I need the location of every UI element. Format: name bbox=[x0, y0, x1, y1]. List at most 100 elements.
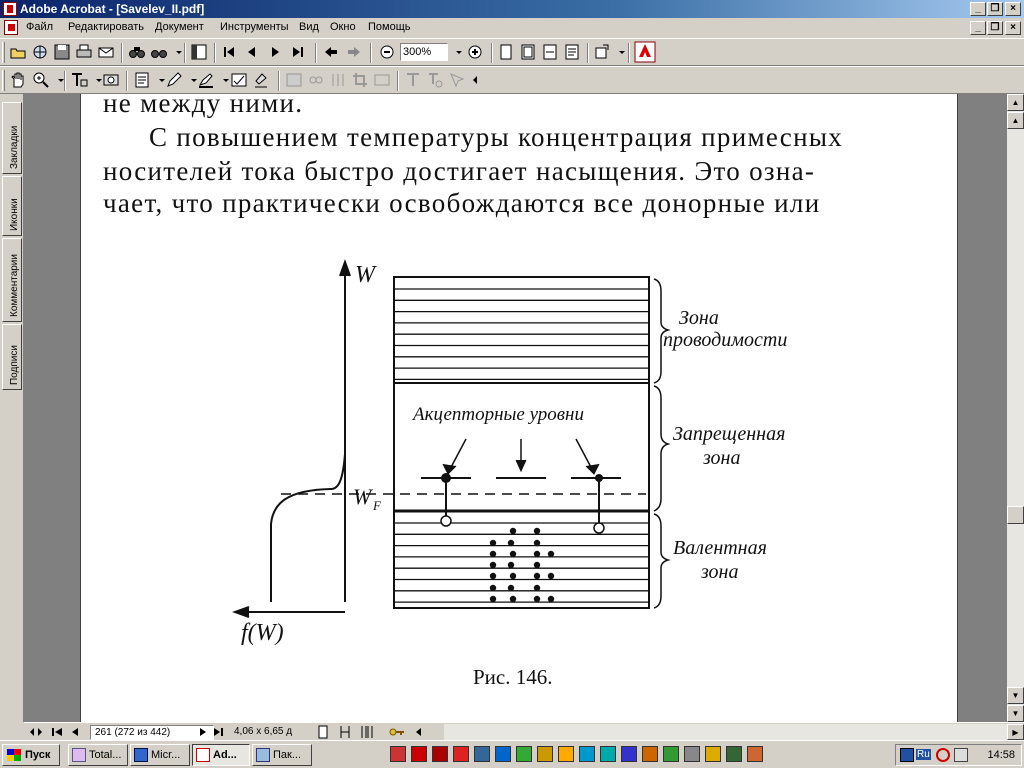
quick-launch-icon[interactable] bbox=[558, 746, 574, 762]
menu-window[interactable]: Окно bbox=[330, 21, 356, 33]
facing-pages-icon[interactable] bbox=[360, 724, 374, 740]
document-viewport[interactable]: не между ними. С повышением температуры … bbox=[24, 94, 1007, 722]
menu-file[interactable]: Файл bbox=[26, 21, 53, 33]
last-page-icon[interactable] bbox=[289, 43, 307, 61]
quick-launch-icon[interactable] bbox=[579, 746, 595, 762]
doc-minimize-button[interactable]: _ bbox=[970, 21, 986, 35]
article-tool-icon[interactable] bbox=[329, 71, 347, 89]
touchup-order-icon[interactable] bbox=[426, 71, 444, 89]
go-forward-icon[interactable] bbox=[345, 43, 363, 61]
task-acrobat[interactable]: Ad... bbox=[192, 744, 250, 766]
maximize-button[interactable]: ❐ bbox=[987, 2, 1003, 16]
first-page-icon[interactable] bbox=[220, 43, 238, 61]
continuous-icon[interactable] bbox=[338, 724, 352, 740]
touchup-object-icon[interactable] bbox=[448, 71, 466, 89]
quick-launch-icon[interactable] bbox=[495, 746, 511, 762]
toolbar-overflow-icon[interactable] bbox=[466, 71, 477, 89]
quick-launch-icon[interactable] bbox=[432, 746, 448, 762]
adobe-logo-icon[interactable] bbox=[634, 41, 656, 63]
toolbar-grip[interactable] bbox=[2, 42, 5, 63]
quick-launch-icon[interactable] bbox=[726, 746, 742, 762]
tab-signatures[interactable]: Подписи bbox=[2, 324, 22, 390]
scroll-down-icon[interactable]: ▼ bbox=[1007, 705, 1024, 722]
minimize-button[interactable]: _ bbox=[970, 2, 986, 16]
scroll-page-up-icon[interactable]: ▲ bbox=[1007, 112, 1024, 129]
go-back-icon[interactable] bbox=[322, 43, 340, 61]
menu-edit[interactable]: Редактировать bbox=[68, 21, 144, 33]
antivirus-icon[interactable] bbox=[936, 748, 950, 762]
quick-launch-icon[interactable] bbox=[516, 746, 532, 762]
next-page-icon[interactable] bbox=[266, 43, 284, 61]
volume-icon[interactable] bbox=[954, 748, 968, 762]
find-dropdown-icon[interactable] bbox=[170, 43, 182, 61]
menu-help[interactable]: Помощь bbox=[368, 21, 411, 33]
task-total-commander[interactable]: Total... bbox=[68, 744, 128, 766]
start-button[interactable]: Пуск bbox=[2, 744, 60, 766]
show-hide-navigation-icon[interactable] bbox=[190, 43, 208, 61]
zoom-out-icon[interactable] bbox=[378, 43, 396, 61]
reflow-icon[interactable] bbox=[563, 43, 581, 61]
quick-launch-icon[interactable] bbox=[390, 746, 406, 762]
page-layout-icon[interactable] bbox=[28, 724, 44, 740]
doc-close-button[interactable]: × bbox=[1005, 21, 1021, 35]
quick-launch-icon[interactable] bbox=[600, 746, 616, 762]
link-tool-icon[interactable] bbox=[307, 71, 325, 89]
highlight-tool-icon[interactable] bbox=[197, 71, 215, 89]
previous-page-icon[interactable] bbox=[243, 43, 261, 61]
single-page-icon[interactable] bbox=[316, 724, 330, 740]
search-icon[interactable] bbox=[128, 43, 146, 61]
tab-thumbnails[interactable]: Иконки bbox=[2, 176, 22, 236]
horizontal-scrollbar[interactable]: ▶ bbox=[444, 724, 1024, 740]
note-tool-icon[interactable] bbox=[133, 71, 151, 89]
first-page-nav-icon[interactable] bbox=[50, 724, 64, 740]
email-icon[interactable] bbox=[97, 43, 115, 61]
note-dropdown-icon[interactable] bbox=[153, 71, 165, 89]
language-indicator[interactable]: Ru bbox=[916, 749, 931, 760]
scroll-page-down-icon[interactable]: ▼ bbox=[1007, 687, 1024, 704]
text-select-icon[interactable] bbox=[70, 71, 88, 89]
crop-tool-icon[interactable] bbox=[351, 71, 369, 89]
quick-launch-icon[interactable] bbox=[453, 746, 469, 762]
menu-tools[interactable]: Инструменты bbox=[220, 21, 289, 33]
quick-launch-icon[interactable] bbox=[474, 746, 490, 762]
zoom-in-icon[interactable] bbox=[466, 43, 484, 61]
scroll-thumb[interactable] bbox=[1007, 506, 1024, 524]
clock[interactable]: 14:58 bbox=[987, 749, 1015, 761]
zoom-input[interactable]: 300% bbox=[400, 43, 448, 61]
doc-restore-button[interactable]: ❐ bbox=[987, 21, 1003, 35]
text-select-dropdown-icon[interactable] bbox=[90, 71, 102, 89]
zoom-tool-icon[interactable] bbox=[32, 71, 50, 89]
quick-launch-icon[interactable] bbox=[411, 746, 427, 762]
network-icon[interactable] bbox=[900, 748, 914, 762]
pencil-tool-icon[interactable] bbox=[165, 71, 183, 89]
tab-comments[interactable]: Комментарии bbox=[2, 238, 22, 322]
rotate-dropdown-icon[interactable] bbox=[613, 43, 625, 61]
security-key-icon[interactable] bbox=[388, 724, 406, 740]
quick-launch-icon[interactable] bbox=[684, 746, 700, 762]
last-page-nav-icon[interactable] bbox=[212, 724, 226, 740]
close-button[interactable]: × bbox=[1005, 2, 1021, 16]
snapshot-icon[interactable] bbox=[102, 71, 120, 89]
quick-launch-icon[interactable] bbox=[663, 746, 679, 762]
browse-icon[interactable] bbox=[31, 43, 49, 61]
menu-document[interactable]: Документ bbox=[155, 21, 204, 33]
print-icon[interactable] bbox=[75, 43, 93, 61]
pencil-dropdown-icon[interactable] bbox=[185, 71, 197, 89]
spellcheck-icon[interactable] bbox=[230, 71, 248, 89]
touchup-text-icon[interactable] bbox=[404, 71, 422, 89]
actual-size-icon[interactable] bbox=[497, 43, 515, 61]
vertical-scrollbar[interactable]: ▲ ▲ ▼ ▼ bbox=[1007, 94, 1024, 722]
task-word[interactable]: Micr... bbox=[130, 744, 190, 766]
quick-launch-icon[interactable] bbox=[621, 746, 637, 762]
prev-page-nav-icon[interactable] bbox=[68, 724, 82, 740]
hscroll-right-icon[interactable]: ▶ bbox=[1007, 724, 1024, 740]
highlight-dropdown-icon[interactable] bbox=[217, 71, 229, 89]
find-icon[interactable] bbox=[150, 43, 168, 61]
acrobat-app-icon[interactable] bbox=[3, 2, 17, 16]
menu-view[interactable]: Вид bbox=[299, 21, 319, 33]
zoom-dropdown-icon[interactable] bbox=[450, 43, 462, 61]
save-icon[interactable] bbox=[53, 43, 71, 61]
quick-launch-icon[interactable] bbox=[642, 746, 658, 762]
rotate-icon[interactable] bbox=[593, 43, 611, 61]
form-tool-icon[interactable] bbox=[285, 71, 303, 89]
